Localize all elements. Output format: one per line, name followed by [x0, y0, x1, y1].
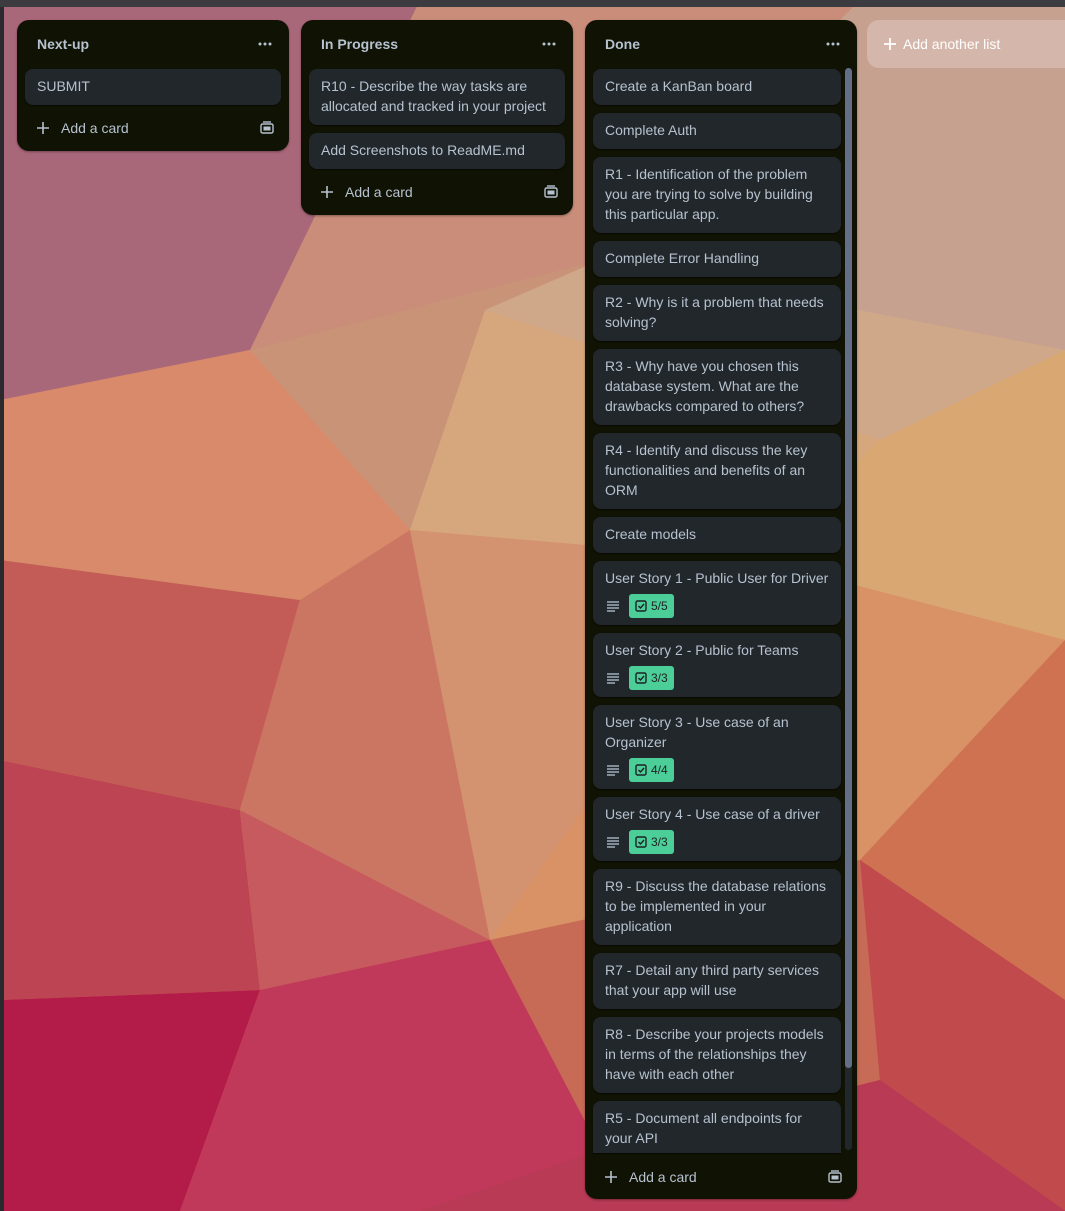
card-title: User Story 2 - Public for Teams: [605, 642, 799, 658]
card-title: User Story 1 - Public User for Driver: [605, 570, 829, 586]
description-icon: [605, 834, 621, 850]
card-title: R2 - Why is it a problem that needs solv…: [605, 294, 824, 330]
card[interactable]: Add Screenshots to ReadME.md: [309, 133, 565, 169]
ellipsis-icon: [258, 42, 272, 46]
card[interactable]: R9 - Discuss the database relations to b…: [593, 869, 841, 945]
description-icon: [605, 598, 621, 614]
checklist-count: 3/3: [651, 835, 668, 849]
card[interactable]: R5 - Document all endpoints for your API: [593, 1101, 841, 1153]
list-menu-button[interactable]: [537, 32, 561, 56]
card[interactable]: Complete Auth: [593, 113, 841, 149]
add-list-button[interactable]: Add another list: [867, 20, 1065, 68]
card-title: SUBMIT: [37, 78, 90, 94]
plus-icon: [599, 1165, 623, 1189]
card[interactable]: R8 - Describe your projects models in te…: [593, 1017, 841, 1093]
scrollbar-thumb[interactable]: [845, 68, 852, 1068]
description-icon: [605, 762, 621, 778]
card[interactable]: R2 - Why is it a problem that needs solv…: [593, 285, 841, 341]
add-card-button[interactable]: Add a card: [309, 178, 413, 206]
card[interactable]: User Story 2 - Public for Teams 3/3: [593, 633, 841, 697]
template-icon[interactable]: [539, 180, 563, 204]
card-title: Create models: [605, 526, 697, 542]
checklist-count: 3/3: [651, 671, 668, 685]
checkbox-icon: [635, 764, 647, 776]
list-in-progress: In Progress R10 - Describe the way tasks…: [301, 20, 573, 215]
list-title[interactable]: Done: [605, 36, 640, 52]
card[interactable]: R1 - Identification of the problem you a…: [593, 157, 841, 233]
list-header: In Progress: [301, 20, 573, 66]
checklist-count: 4/4: [651, 763, 668, 777]
card-badges: 4/4: [605, 758, 829, 782]
card-badges: 3/3: [605, 830, 829, 854]
template-icon[interactable]: [823, 1165, 847, 1189]
card[interactable]: User Story 4 - Use case of a driver 3/3: [593, 797, 841, 861]
plus-icon: [31, 116, 55, 140]
add-card-label: Add a card: [345, 184, 413, 200]
card-title: R9 - Discuss the database relations to b…: [605, 878, 826, 934]
add-card-label: Add a card: [61, 120, 129, 136]
template-icon[interactable]: [255, 116, 279, 140]
card-title: R8 - Describe your projects models in te…: [605, 1026, 824, 1082]
list-header: Done: [585, 20, 857, 66]
checklist-count: 5/5: [651, 599, 668, 613]
card-badges: 3/3: [605, 666, 829, 690]
checklist-badge: 3/3: [629, 666, 674, 690]
card-title: R4 - Identify and discuss the key functi…: [605, 442, 808, 498]
card-title: Add Screenshots to ReadME.md: [321, 142, 525, 158]
card[interactable]: SUBMIT: [25, 69, 281, 105]
add-card-label: Add a card: [629, 1169, 697, 1185]
checkbox-icon: [635, 672, 647, 684]
card[interactable]: Create a KanBan board: [593, 69, 841, 105]
card-title: R3 - Why have you chosen this database s…: [605, 358, 805, 414]
add-card-button[interactable]: Add a card: [593, 1163, 697, 1191]
card[interactable]: Create models: [593, 517, 841, 553]
checkbox-icon: [635, 836, 647, 848]
add-card-button[interactable]: Add a card: [25, 114, 129, 142]
list-menu-button[interactable]: [821, 32, 845, 56]
add-list-label: Add another list: [903, 36, 1001, 52]
card[interactable]: R4 - Identify and discuss the key functi…: [593, 433, 841, 509]
top-bar: [0, 0, 1065, 7]
card-title: User Story 3 - Use case of an Organizer: [605, 714, 789, 750]
left-edge: [0, 7, 4, 1211]
card-title: R10 - Describe the way tasks are allocat…: [321, 78, 546, 114]
card-title: Create a KanBan board: [605, 78, 753, 94]
card-title: Complete Error Handling: [605, 250, 760, 266]
list-next-up: Next-up SUBMIT Add a card: [17, 20, 289, 151]
card-title: R1 - Identification of the problem you a…: [605, 166, 813, 222]
card[interactable]: User Story 1 - Public User for Driver 5/…: [593, 561, 841, 625]
plus-icon: [315, 180, 339, 204]
ellipsis-icon: [826, 42, 840, 46]
list-done: Done Create a KanBan board Complete Auth…: [585, 20, 857, 1199]
checklist-badge: 4/4: [629, 758, 674, 782]
checklist-badge: 3/3: [629, 830, 674, 854]
card[interactable]: Complete Error Handling: [593, 241, 841, 277]
description-icon: [605, 670, 621, 686]
card-title: Complete Auth: [605, 122, 697, 138]
ellipsis-icon: [542, 42, 556, 46]
plus-icon: [883, 37, 897, 51]
card[interactable]: User Story 3 - Use case of an Organizer …: [593, 705, 841, 789]
card-title: User Story 4 - Use case of a driver: [605, 806, 820, 822]
card-title: R5 - Document all endpoints for your API: [605, 1110, 802, 1146]
list-menu-button[interactable]: [253, 32, 277, 56]
checkbox-icon: [635, 600, 647, 612]
card[interactable]: R7 - Detail any third party services tha…: [593, 953, 841, 1009]
card[interactable]: R10 - Describe the way tasks are allocat…: [309, 69, 565, 125]
card-badges: 5/5: [605, 594, 829, 618]
list-title[interactable]: Next-up: [37, 36, 89, 52]
list-header: Next-up: [17, 20, 289, 66]
checklist-badge: 5/5: [629, 594, 674, 618]
list-scrollbar[interactable]: [845, 68, 852, 1150]
list-title[interactable]: In Progress: [321, 36, 398, 52]
card-title: R7 - Detail any third party services tha…: [605, 962, 819, 998]
card[interactable]: R3 - Why have you chosen this database s…: [593, 349, 841, 425]
